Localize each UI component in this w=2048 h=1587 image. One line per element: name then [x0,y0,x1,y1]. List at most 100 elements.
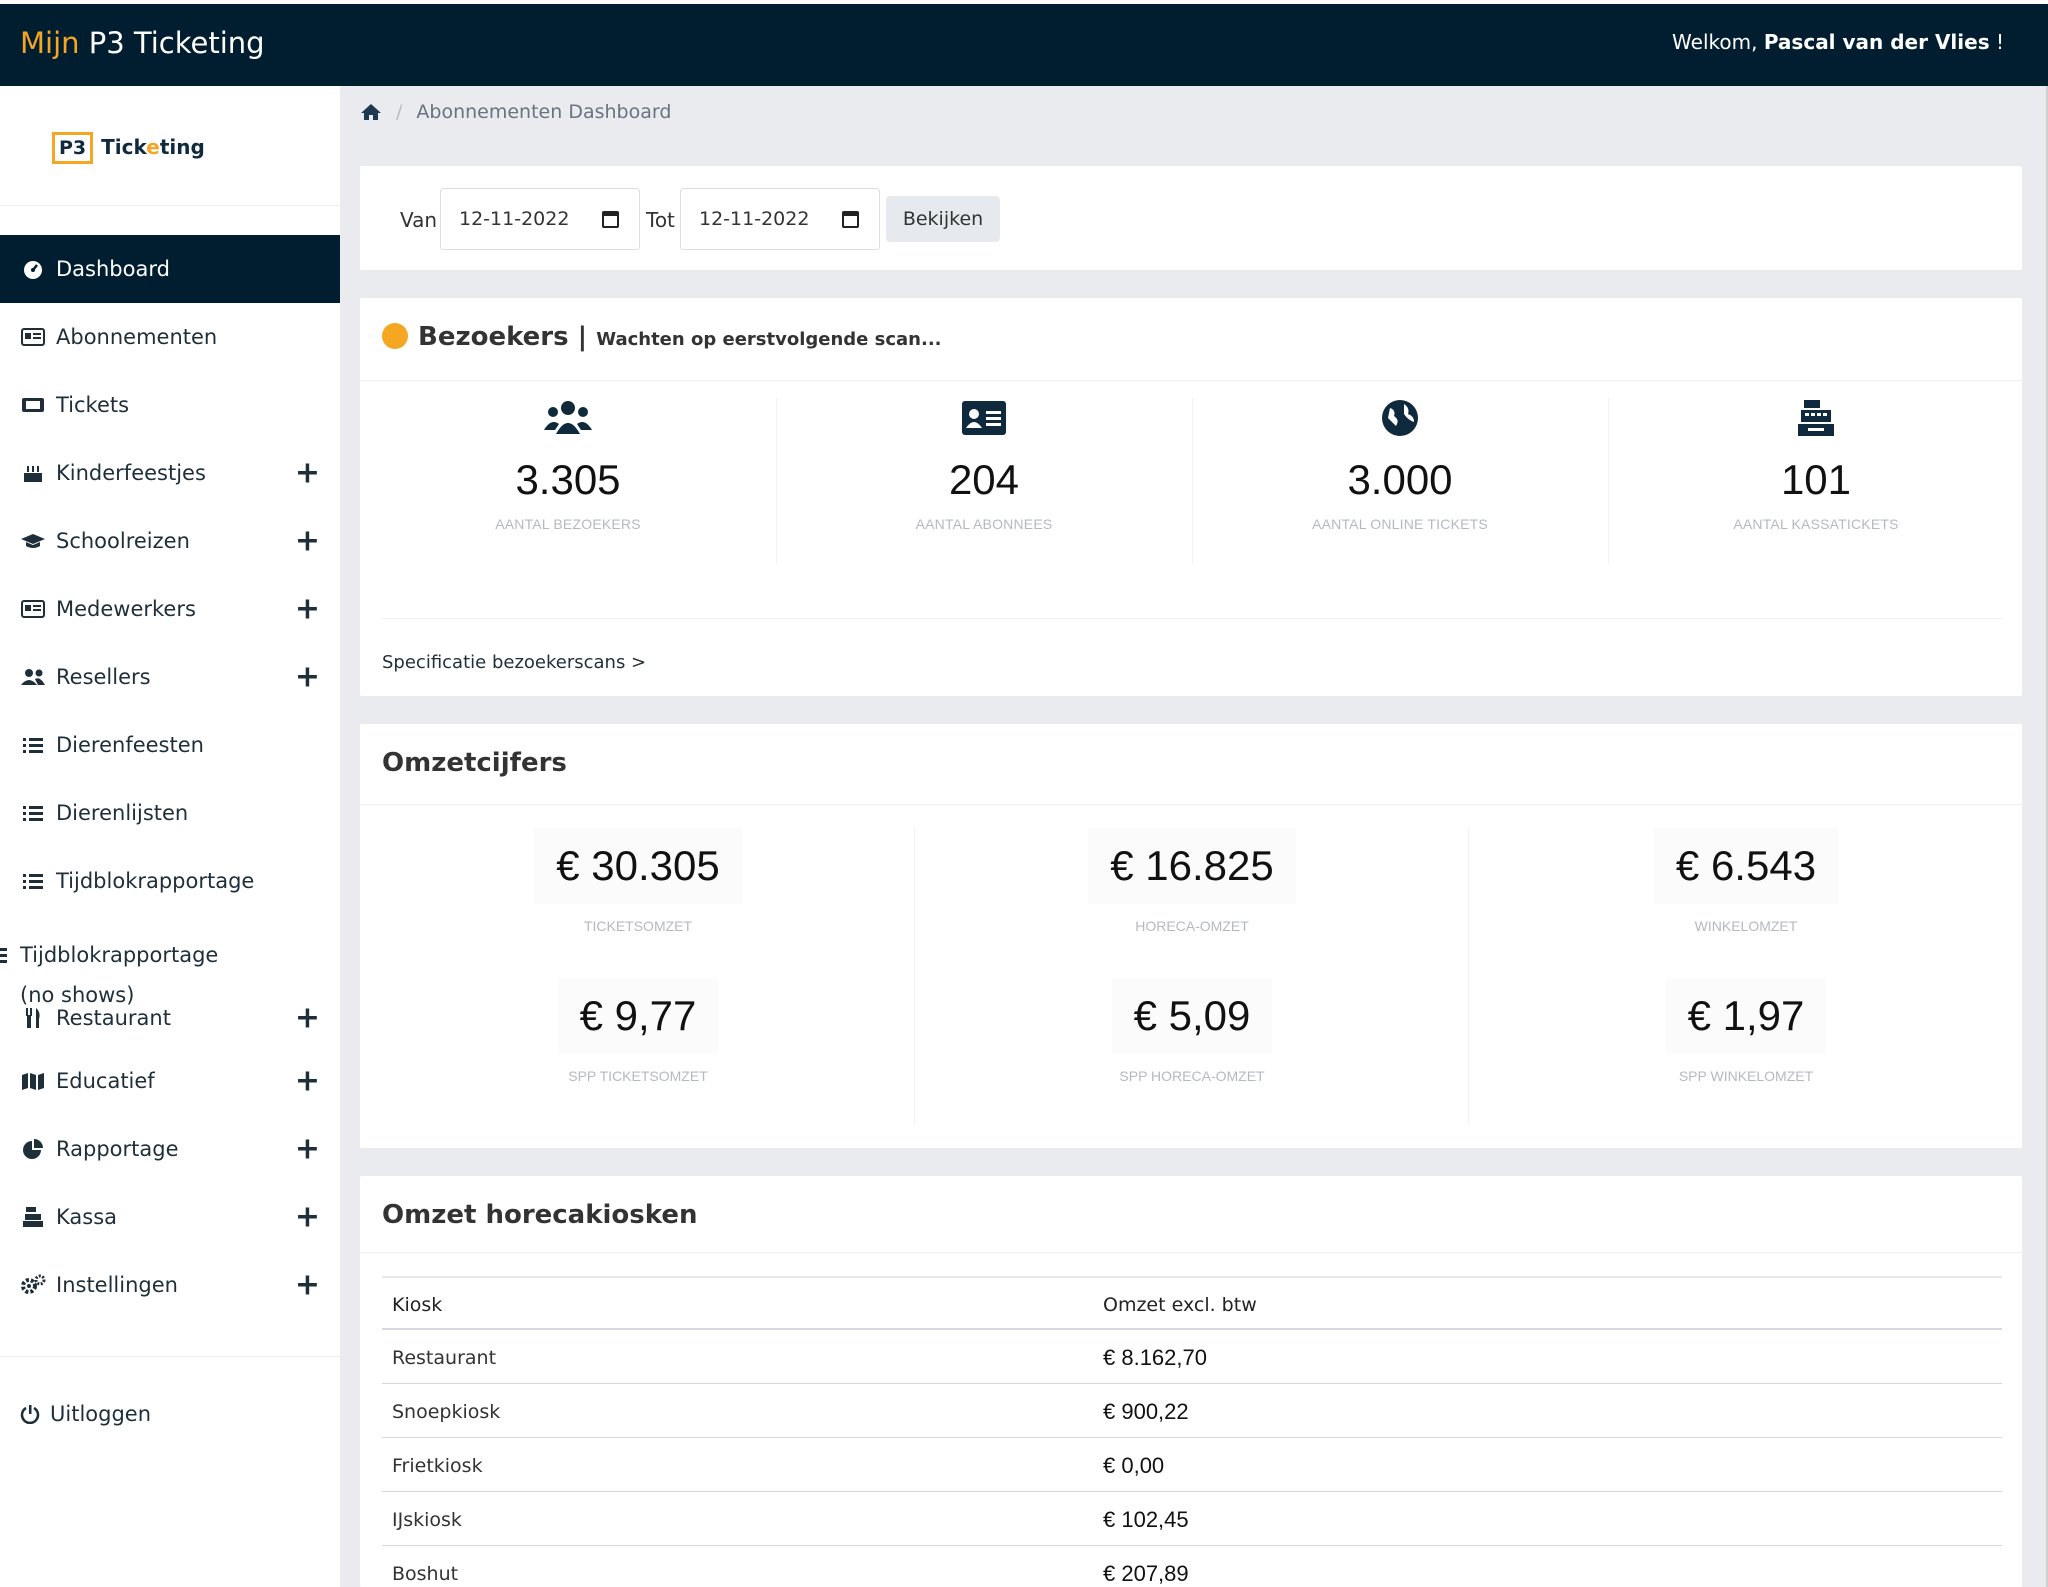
revenue-label: WINKELOMZET [1694,918,1798,934]
revenue-tickets: € 30.305 TICKETSOMZET [362,828,914,934]
home-icon[interactable] [360,103,382,121]
status-dot-icon [382,323,408,349]
expand-icon[interactable]: + [295,1001,320,1036]
scan-status: Wachten op eerstvolgende scan... [596,329,942,350]
from-date-input[interactable]: 12-11-2022 [440,188,640,250]
brand-prefix: Mijn [20,26,80,60]
sidebar-item-label: Resellers [56,665,151,689]
revenue-value: € 6.543 [1653,828,1839,904]
sidebar-item-dierenfeesten[interactable]: Dierenfeesten [0,711,340,779]
expand-icon[interactable]: + [295,660,320,695]
sidebar-item-label: Abonnementen [56,325,218,349]
visitors-title-text: Bezoekers [418,322,569,352]
kiosk-name: Boshut [382,1545,1093,1587]
users-icon [360,398,776,438]
sidebar-item-kinderfeestjes[interactable]: Kinderfeestjes + [0,439,340,507]
logo-bracket: P3 [52,132,94,164]
expand-icon[interactable]: + [295,1064,320,1099]
kiosk-name: IJskiosk [382,1491,1093,1546]
sidebar-item-tijdblokrapportage[interactable]: Tijdblokrapportage [0,847,340,915]
table-row: Frietkiosk € 0,00 [382,1437,2002,1492]
revenue-card: Omzetcijfers € 30.305 TICKETSOMZET € 16.… [360,724,2022,1148]
sidebar-item-label: Dierenfeesten [56,733,204,757]
card-divider [360,1252,2022,1253]
sidebar-item-label: Dierenlijsten [56,801,189,825]
card-divider [382,618,2002,619]
revenue-label: SPP WINKELOMZET [1678,1068,1814,1084]
sidebar-item-abonnementen[interactable]: Abonnementen [0,303,340,371]
sidebar-item-instellingen[interactable]: Instellingen + [0,1251,340,1319]
calendar-icon[interactable] [602,211,619,228]
sidebar-item-tickets[interactable]: Tickets [0,371,340,439]
expand-icon[interactable]: + [295,592,320,627]
stat-value: 3.000 [1347,456,1453,503]
logo-part-1: Tick [101,135,147,159]
logout-label: Uitloggen [50,1402,152,1426]
visitors-card: Bezoekers | Wachten op eerstvolgende sca… [360,298,2022,696]
sidebar-item-restaurant[interactable]: Restaurant + [0,989,340,1047]
kiosk-table: Kiosk Omzet excl. btw Restaurant € 8.162… [382,1276,2002,1587]
sidebar-item-resellers[interactable]: Resellers + [0,643,340,711]
revenue-shop: € 6.543 WINKELOMZET [1470,828,2022,934]
welcome-message: Welkom, Pascal van der Vlies ! [1672,30,2004,54]
kiosk-name: Restaurant [382,1329,1093,1384]
sidebar-item-schoolreizen[interactable]: Schoolreizen + [0,507,340,575]
sidebar-item-educatief[interactable]: Educatief + [0,1047,340,1115]
map-icon [20,1071,46,1091]
revenue-label: HORECA-OMZET [1135,918,1249,934]
utensils-icon [20,1008,46,1028]
sidebar-item-dierenlijsten[interactable]: Dierenlijsten [0,779,340,847]
user-name[interactable]: Pascal van der Vlies [1764,30,1990,54]
title-divider: | [577,322,588,352]
sidebar-item-rapportage[interactable]: Rapportage + [0,1115,340,1183]
top-bar: Mijn P3 Ticketing Welkom, Pascal van der… [0,0,2048,86]
sidebar-item-dashboard[interactable]: Dashboard [0,235,340,303]
sidebar-item-medewerkers[interactable]: Medewerkers + [0,575,340,643]
view-button[interactable]: Bekijken [886,196,1000,242]
revenue-separator [914,828,915,1124]
stat-label: AANTAL KASSATICKETS [1733,516,1899,532]
list-icon [20,803,46,823]
sidebar-item-label: Kassa [56,1205,118,1229]
date-filter-card: Van 12-11-2022 Tot 12-11-2022 Bekijken [360,166,2022,270]
to-date-input[interactable]: 12-11-2022 [680,188,880,250]
sidebar-item-tijdblokrapportage-no-shows[interactable]: Tijdblokrapportage (no shows) [0,915,340,1007]
kiosk-name: Snoepkiosk [382,1383,1093,1438]
expand-icon[interactable]: + [295,456,320,491]
stat-label: AANTAL ONLINE TICKETS [1312,516,1488,532]
kiosk-revenue-title: Omzet horecakiosken [382,1200,698,1230]
stat-cash-tickets: 101 AANTAL KASSATICKETS [1608,398,2024,558]
revenue-spp-shop: € 1,97 SPP WINKELOMZET [1470,978,2022,1084]
stat-subscribers: 204 AANTAL ABONNEES [776,398,1192,558]
p3-ticketing-logo[interactable]: P3 Ticketing [52,132,205,164]
sidebar-item-label: Tijdblokrapportage [56,869,255,893]
sidebar-item-kassa[interactable]: Kassa + [0,1183,340,1251]
calendar-icon[interactable] [842,211,859,228]
stat-online-tickets: 3.000 AANTAL ONLINE TICKETS [1192,398,1608,558]
logout-button[interactable]: Uitloggen [20,1402,151,1426]
expand-icon[interactable]: + [295,1132,320,1167]
expand-icon[interactable]: + [295,1200,320,1235]
brand-name: P3 Ticketing [88,26,265,60]
expand-icon[interactable]: + [295,1268,320,1303]
expand-icon[interactable]: + [295,524,320,559]
kiosk-revenue-card: Omzet horecakiosken Kiosk Omzet excl. bt… [360,1176,2022,1587]
app-brand[interactable]: Mijn P3 Ticketing [20,26,265,60]
list-icon [20,735,46,755]
visitor-scans-spec-link[interactable]: Specificatie bezoekerscans > [382,652,646,673]
kiosk-amount: € 0,00 [1093,1437,2002,1492]
breadcrumb-separator: / [396,101,403,123]
card-divider [360,804,2022,805]
table-row: Snoepkiosk € 900,22 [382,1383,2002,1438]
to-date-value: 12-11-2022 [699,208,810,230]
cogs-icon [20,1274,46,1295]
from-label: Van [400,208,438,232]
column-header-kiosk: Kiosk [382,1276,1093,1330]
sidebar-item-label: Rapportage [56,1137,179,1161]
revenue-value: € 30.305 [534,828,742,904]
sidebar-item-label: Dashboard [56,257,170,281]
revenue-value: € 1,97 [1665,978,1827,1054]
table-row: Restaurant € 8.162,70 [382,1329,2002,1384]
breadcrumb-current: Abonnementen Dashboard [416,101,672,123]
column-header-amount: Omzet excl. btw [1093,1276,2002,1330]
